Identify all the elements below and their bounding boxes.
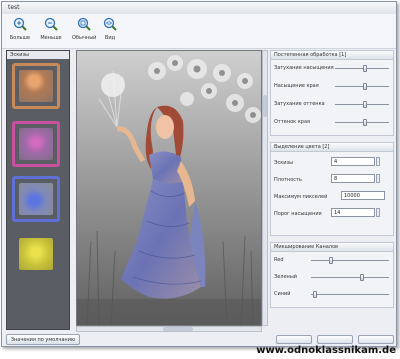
watermark-text: www.odnoklassnikam.de (256, 345, 396, 356)
slider-label: Red (274, 257, 284, 263)
toolbar: Больше Меньше Обычный Вид (2, 14, 396, 49)
slider-label: Оттенок края (274, 119, 311, 125)
group-header: Микширование Каналов (271, 243, 393, 252)
slider-label: Зеленый (274, 274, 298, 280)
zoom-in-icon (13, 17, 27, 31)
horizontal-scrollbar[interactable] (76, 326, 262, 332)
thumbnail-panel-header: Эскизы (7, 51, 69, 59)
app-window: test Больше Меньше Обычный Вид Эскизы По… (1, 1, 397, 347)
photo-preview[interactable] (76, 50, 262, 326)
thumbnail-2[interactable] (12, 121, 60, 167)
slider-label: Затухание оттенка (274, 101, 325, 107)
group-channel-mixing: Микширование Каналов Red Зеленый Синий (270, 242, 394, 308)
dialog-button-3[interactable] (358, 335, 394, 344)
view-icon (103, 17, 117, 31)
saturation-threshold-field[interactable]: 14 (331, 208, 375, 217)
dialog-buttons (276, 335, 396, 345)
dialog-button-2[interactable] (317, 335, 353, 344)
thumbnail-image (19, 70, 53, 102)
vertical-scroll-thumb[interactable] (263, 95, 267, 117)
field-label: Плотность (274, 177, 302, 183)
zoom-in-label: Больше (9, 35, 31, 41)
slider-knob[interactable] (312, 291, 317, 298)
thumbnail-3[interactable] (12, 176, 60, 222)
zoom-out-icon (44, 17, 58, 31)
view-label: Вид (104, 35, 116, 41)
field-label: Порог насыщения (274, 211, 322, 217)
group-gradual-processing: Постепенная обработка [1] Затухание насы… (270, 50, 394, 136)
slider-label: Затухание насыщения (274, 65, 334, 71)
zoom-normal-button[interactable]: Обычный (72, 17, 96, 45)
thumbnail-panel: Эскизы (6, 50, 70, 330)
spinner-button[interactable] (376, 157, 380, 166)
red-channel-slider[interactable] (311, 260, 389, 261)
vertical-scrollbar[interactable] (262, 50, 268, 326)
slider-knob[interactable] (362, 83, 367, 90)
sketches-field[interactable]: 4 (331, 157, 375, 166)
settings-panel: Постепенная обработка [1] Затухание насы… (270, 50, 396, 334)
spinner-button[interactable] (376, 174, 380, 183)
zoom-normal-label: Обычный (72, 35, 97, 41)
window-title: test (8, 4, 20, 11)
spinner-button[interactable] (376, 208, 380, 217)
field-label: Максимум пикселей (274, 194, 328, 200)
density-field[interactable]: 8 (331, 174, 375, 183)
horizontal-scroll-thumb[interactable] (163, 327, 193, 331)
view-button[interactable]: Вид (98, 17, 122, 45)
group-header: Выделение цвета [2] (271, 143, 393, 152)
slider-label: Насыщение края (274, 83, 319, 89)
max-pixels-field[interactable]: 10000 (341, 191, 385, 200)
slider-label: Синий (274, 291, 291, 297)
zoom-normal-icon (77, 17, 91, 31)
thumbnail-image (19, 128, 53, 160)
thumbnail-1[interactable] (12, 63, 60, 109)
thumbnail-image (19, 183, 53, 215)
photo-canvas (77, 51, 261, 325)
thumbnail-4[interactable] (12, 231, 60, 277)
zoom-in-button[interactable]: Больше (8, 17, 32, 45)
zoom-out-label: Меньше (40, 35, 62, 41)
slider-knob[interactable] (359, 274, 364, 281)
zoom-out-button[interactable]: Меньше (39, 17, 63, 45)
slider-knob[interactable] (362, 119, 367, 126)
field-label: Эскизы (274, 160, 294, 166)
thumbnail-image (19, 238, 53, 270)
dialog-button-1[interactable] (276, 335, 312, 344)
blue-channel-slider[interactable] (311, 294, 389, 295)
slider-knob[interactable] (328, 257, 333, 264)
group-header: Постепенная обработка [1] (271, 51, 393, 60)
defaults-button[interactable]: Значения по умолчанию (6, 334, 80, 345)
slider-knob[interactable] (362, 101, 367, 108)
green-channel-slider[interactable] (311, 277, 389, 278)
group-color-selection: Выделение цвета [2] Эскизы 4 Плотность 8… (270, 142, 394, 236)
slider-knob[interactable] (362, 65, 367, 72)
